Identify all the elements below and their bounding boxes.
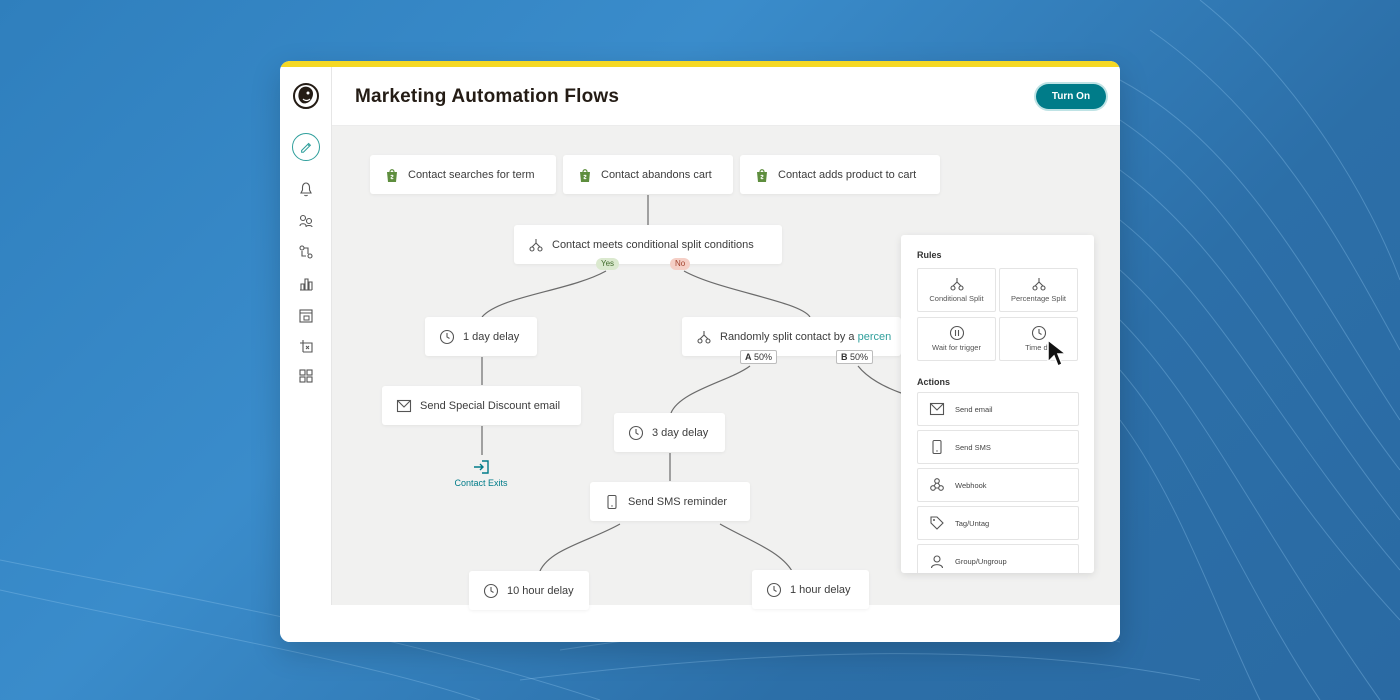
edit-icon [301,142,312,153]
content-icon [299,309,313,323]
page-title: Marketing Automation Flows [355,86,620,107]
action-send-sms[interactable]: Send SMS [917,430,1079,464]
rule-conditional-split[interactable]: Conditional Split [917,268,996,312]
split-icon [696,329,712,345]
bell-icon [300,182,312,197]
shopify-bag-icon [754,167,770,183]
trigger-label: Contact abandons cart [601,168,712,181]
steps-panel: Rules Conditional Split Percentage Split… [901,235,1094,573]
split-icon [528,237,544,253]
delay-label: 10 hour delay [507,584,574,597]
grid-icon [299,369,313,383]
bottom-band [280,605,1120,642]
page-header: Marketing Automation Flows Turn On [332,67,1120,126]
clock-icon [766,582,782,598]
branch-a-percent: 50% [754,352,773,362]
rule-label: Percentage Split [1010,294,1067,303]
delay-node-10-hour[interactable]: 10 hour delay [469,571,589,610]
delay-label: 1 hour delay [790,583,851,596]
pause-icon [949,325,965,341]
rule-percentage-split[interactable]: Percentage Split [999,268,1078,312]
delay-node-1-hour[interactable]: 1 hour delay [752,570,869,609]
action-webhook[interactable]: Webhook [917,468,1079,502]
yes-pill: Yes [596,258,620,270]
turn-on-button[interactable]: Turn On [1036,84,1106,109]
sidebar-item-automations[interactable] [297,243,315,261]
rule-label: Conditional Split [929,294,984,303]
shopify-bag-icon [577,167,593,183]
delay-node-1-day[interactable]: 1 day delay [425,317,537,356]
app-window: Marketing Automation Flows Turn On Conta… [280,61,1120,642]
sidebar-item-website[interactable] [297,337,315,355]
branch-b-letter: B [841,352,848,362]
phone-icon [929,439,945,455]
branch-b-percent: 50% [850,352,869,362]
action-send-email[interactable]: Send email [917,392,1079,426]
action-tag-untag[interactable]: Tag/Untag [917,506,1079,540]
no-pill: No [670,258,691,270]
split-icon [949,276,965,292]
shopify-bag-icon [384,167,400,183]
group-icon [929,553,945,569]
sidebar-item-create[interactable] [292,133,320,161]
action-label: Send SMS [955,442,991,452]
clock-icon [439,329,455,345]
clock-icon [483,583,499,599]
trigger-label: Contact adds product to cart [778,168,917,181]
send-email-label: Send Special Discount email [420,399,561,412]
branch-a-badge: A 50% [740,350,778,364]
random-split-link[interactable]: percen [858,331,892,343]
delay-node-3-day[interactable]: 3 day delay [614,413,725,452]
mailchimp-logo-icon[interactable] [291,81,321,111]
delay-label: 1 day delay [463,330,520,343]
conditional-split-label: Contact meets conditional split conditio… [552,238,754,251]
send-discount-email-node[interactable]: Send Special Discount email [382,386,581,425]
split-icon [1031,276,1047,292]
clock-icon [1031,325,1047,341]
website-icon [300,340,313,353]
rule-label: Wait for trigger [932,343,981,352]
email-icon [929,401,945,417]
clock-icon [628,425,644,441]
mouse-cursor-icon [1047,338,1069,368]
actions-title: Actions [917,377,951,387]
trigger-label: Contact searches for term [408,168,535,181]
audience-icon [299,214,313,228]
action-label: Send email [955,404,993,414]
delay-label: 3 day delay [652,426,709,439]
trigger-node-adds-product[interactable]: Contact adds product to cart [740,155,940,194]
sidebar-item-audience[interactable] [297,212,315,230]
sidebar-item-integrations[interactable] [297,367,315,385]
trigger-node-abandons-cart[interactable]: Contact abandons cart [563,155,733,194]
branch-a-letter: A [745,352,752,362]
automation-icon [299,245,313,259]
webhook-icon [929,477,945,493]
phone-icon [604,494,620,510]
contact-exits-label: Contact Exits [454,478,508,488]
action-label: Group/Ungroup [955,556,1007,566]
sidebar-item-analytics[interactable] [297,275,315,293]
send-sms-label: Send SMS reminder [628,495,728,508]
sidebar [280,67,332,605]
tag-icon [929,515,945,531]
exit-icon [472,459,490,475]
email-icon [396,398,412,414]
rule-wait-for-trigger[interactable]: Wait for trigger [917,317,996,361]
action-label: Webhook [955,480,987,490]
reports-icon [300,278,313,291]
branch-b-badge: B 50% [836,350,874,364]
conditional-split-node[interactable]: Contact meets conditional split conditio… [514,225,782,264]
trigger-node-searches[interactable]: Contact searches for term [370,155,556,194]
send-sms-node[interactable]: Send SMS reminder [590,482,750,521]
contact-exits-node[interactable]: Contact Exits [450,459,512,488]
rules-title: Rules [917,250,942,260]
action-label: Tag/Untag [955,518,990,528]
sidebar-item-content[interactable] [297,307,315,325]
random-split-label: Randomly split contact by a [720,330,858,343]
sidebar-item-campaigns[interactable] [297,180,315,198]
action-group-ungroup[interactable]: Group/Ungroup [917,544,1079,573]
